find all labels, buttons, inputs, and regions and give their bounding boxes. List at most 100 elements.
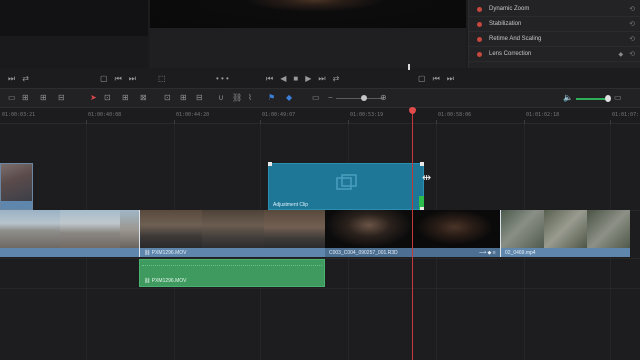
dynamic-trim-icon[interactable]: ⊞: [122, 93, 129, 103]
clip-footer: [0, 249, 139, 257]
video-clip-drone[interactable]: [0, 210, 139, 257]
clip-thumbnail: [1, 164, 32, 202]
clip-footer: [1, 201, 32, 209]
inspector-item-stabilization[interactable]: Stabilization ⟲: [469, 17, 640, 32]
clip-thumbnail: [325, 210, 413, 248]
match-frame-icon[interactable]: ▢: [100, 74, 108, 84]
zoom-in-icon[interactable]: ⊕: [380, 93, 387, 103]
reset-icon[interactable]: ⟲: [629, 35, 635, 43]
video-clip-v3-left[interactable]: [0, 163, 33, 210]
timecode-ruler[interactable]: 01:00:03:21 01:00:40:08 01:00:44:20 01:0…: [0, 108, 640, 124]
full-extent-zoom-icon[interactable]: ▭: [312, 93, 320, 103]
clip-label: ⛓ PXM1296.MOV: [144, 278, 187, 284]
source-viewer[interactable]: [0, 0, 148, 68]
clip-view-icon[interactable]: ⊞: [22, 93, 29, 103]
loop-playback-icon[interactable]: ⇄: [333, 74, 340, 84]
ruler-timecode: 01:00:58:06: [438, 112, 472, 118]
marker-icon[interactable]: ◆: [286, 93, 292, 103]
ruler-timecode: 01:00:03:21: [2, 112, 36, 118]
track-view-icon[interactable]: ⊞: [40, 93, 47, 103]
video-clip-hands[interactable]: C003_C004_090257_001.R3D: [325, 210, 413, 257]
enable-dot-icon[interactable]: [477, 21, 482, 27]
video-clip-crowd[interactable]: ⛓ PXM1296.MOV: [139, 210, 325, 257]
insert-clip-icon[interactable]: ⊡: [164, 93, 171, 103]
reset-icon[interactable]: ⟲: [629, 20, 635, 28]
mark-in-icon[interactable]: ⏮: [115, 74, 122, 84]
ruler-timecode: 01:01:07:: [612, 112, 640, 118]
clip-name: 02_0469.mp4: [505, 250, 536, 256]
crop-icon[interactable]: ⬚: [158, 74, 166, 84]
trim-handle-right[interactable]: [420, 162, 424, 166]
next-clip-icon[interactable]: ⏭: [8, 74, 15, 84]
selection-pointer-icon[interactable]: ➤: [90, 93, 97, 103]
source-viewer-controls: ⏭ ⇄: [8, 72, 29, 86]
enable-dot-icon[interactable]: [477, 6, 482, 12]
video-clip-portrait[interactable]: ⟶ ◆ ≡: [413, 210, 500, 257]
inspector-item-label: Dynamic Zoom: [489, 6, 530, 12]
clip-thumbnail: [264, 210, 325, 248]
zoom-slider-handle[interactable]: [361, 95, 367, 101]
inspector-item-retime-and-scaling[interactable]: Retime And Scaling ⟲: [469, 32, 640, 47]
clip-icons: ⟶ ◆ ≡: [479, 250, 496, 256]
clip-thumbnail: [202, 210, 264, 248]
position-lock-icon[interactable]: ⌇: [248, 93, 252, 103]
mark-out-icon[interactable]: ⏭: [129, 74, 136, 84]
layout-icon[interactable]: ▭: [8, 93, 16, 103]
replace-clip-icon[interactable]: ⊟: [196, 93, 203, 103]
crop-tool: ⬚: [158, 72, 166, 86]
clip-thumbnail: [501, 210, 544, 248]
match-frame-icon-2[interactable]: ▢: [418, 74, 426, 84]
keyframe-icon[interactable]: ◆: [619, 51, 624, 58]
clip-thumbnail: [544, 210, 587, 248]
inspector-item-dynamic-zoom[interactable]: Dynamic Zoom ⟲: [469, 2, 640, 17]
loop-icon[interactable]: ⇄: [22, 74, 29, 84]
audio-meter-icon[interactable]: ▭: [614, 93, 622, 103]
volume-slider-handle[interactable]: [605, 95, 611, 102]
snapping-icon[interactable]: ∪: [218, 93, 224, 103]
adjustment-clip[interactable]: Adjustment Clip: [268, 163, 424, 210]
playhead-line[interactable]: [412, 108, 413, 360]
zoom-slider-track[interactable]: [336, 98, 384, 99]
viewer-scrub-marker[interactable]: [408, 64, 410, 70]
viewer-options-dots[interactable]: • • •: [216, 74, 229, 84]
volume-icon[interactable]: 🔈: [563, 93, 573, 103]
overwrite-clip-icon[interactable]: ⊞: [180, 93, 187, 103]
zoom-out-icon[interactable]: −: [328, 93, 333, 103]
trim-edit-icon[interactable]: ⊡: [104, 93, 111, 103]
inspector-item-label: Lens Correction: [489, 51, 532, 57]
clip-name: PXM1296.MOV: [151, 278, 187, 284]
reset-icon[interactable]: ⟲: [629, 50, 635, 58]
volume-slider-track[interactable]: [576, 98, 608, 100]
clip-thumbnail: [140, 210, 202, 248]
flag-icon[interactable]: ⚑: [268, 93, 275, 103]
clip-thumbnail: [60, 210, 120, 248]
play-reverse-icon[interactable]: ◀: [280, 74, 286, 84]
ruler-timecode: 01:00:44:20: [176, 112, 210, 118]
timeline-toolbar: ▭ ⊞ ⊞ ⊟ ➤ ⊡ ⊞ ⊠ ⊡ ⊞ ⊟ ∪ ⛓ ⌇ ⚑ ◆ ▭ − ⊕ 🔈 …: [0, 88, 640, 108]
mark-out-icon-2[interactable]: ⏭: [447, 74, 454, 84]
stacked-view-icon[interactable]: ⊟: [58, 93, 65, 103]
clip-thumbnail: [0, 210, 60, 248]
timeline-viewer-frame: [150, 0, 466, 28]
play-icon[interactable]: ▶: [305, 74, 311, 84]
timeline-viewer[interactable]: [150, 0, 466, 68]
stop-icon[interactable]: ■: [293, 74, 298, 84]
go-to-last-frame-icon[interactable]: ⏭: [318, 74, 325, 84]
inspector-item-lens-correction[interactable]: Lens Correction ◆ ⟲: [469, 47, 640, 62]
ruler-timecode: 01:00:53:19: [350, 112, 384, 118]
mark-in-icon-2[interactable]: ⏮: [433, 74, 440, 84]
enable-dot-icon[interactable]: [477, 51, 482, 57]
clip-label: ⛓ PXM1296.MOV: [144, 250, 187, 256]
reset-icon[interactable]: ⟲: [629, 5, 635, 13]
trim-handle-left[interactable]: [268, 162, 272, 166]
audio-clip[interactable]: ⛓ PXM1296.MOV: [139, 259, 325, 287]
blade-edit-icon[interactable]: ⊠: [140, 93, 147, 103]
linked-selection-icon[interactable]: ⛓: [232, 93, 242, 103]
go-to-first-frame-icon[interactable]: ⏮: [266, 74, 273, 84]
transport-controls: ⏮ ◀ ■ ▶ ⏭ ⇄: [266, 72, 339, 86]
video-clip-road[interactable]: 02_0469.mp4: [500, 210, 630, 257]
ruler-timecode: 01:00:40:08: [88, 112, 122, 118]
inspector-item-label: Retime And Scaling: [489, 36, 542, 42]
enable-dot-icon[interactable]: [477, 36, 482, 42]
ruler-timecode: 01:00:49:07: [262, 112, 296, 118]
